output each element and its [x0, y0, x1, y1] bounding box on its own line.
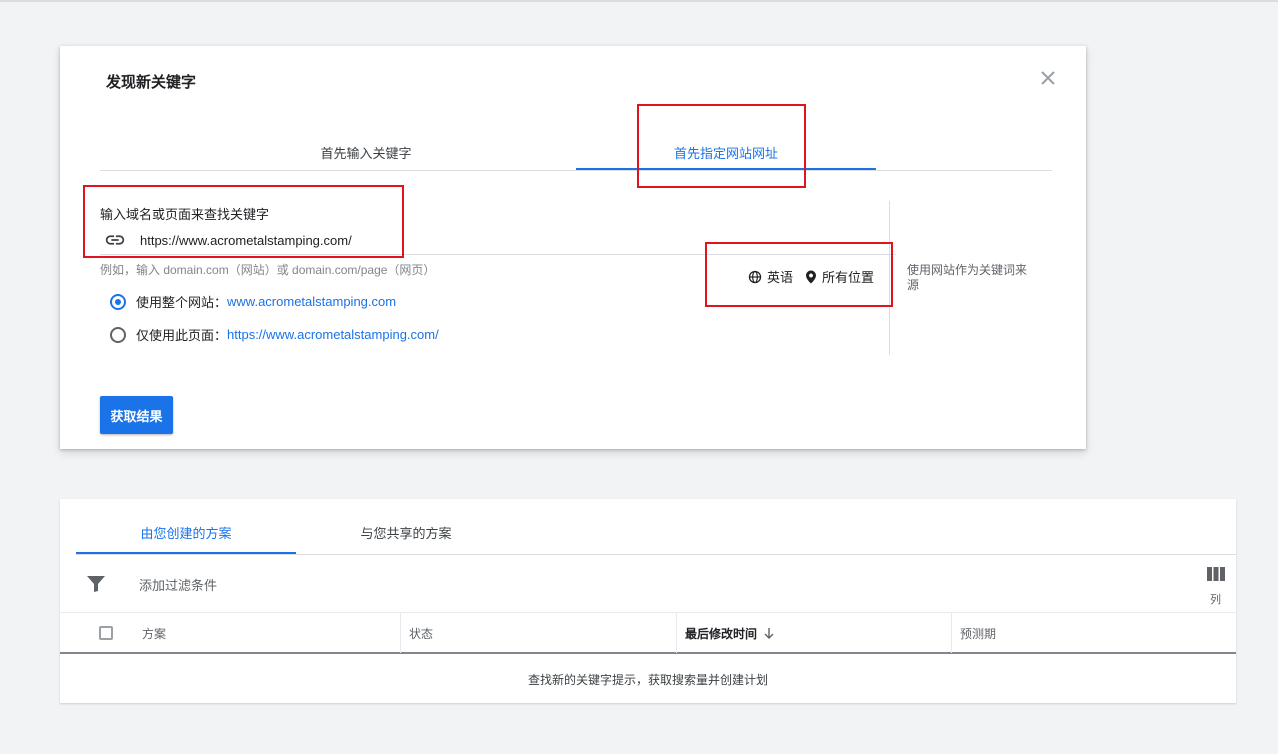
tab-created-by-you[interactable]: 由您创建的方案: [76, 511, 296, 554]
radio-this-page[interactable]: [110, 326, 126, 343]
option-whole-site-label: 使用整个网站：: [136, 295, 228, 310]
close-icon: [1041, 71, 1055, 85]
tab-enter-keywords[interactable]: 首先输入关键字: [240, 136, 492, 169]
discover-keywords-dialog: 发现新关键字 首先输入关键字 首先指定网站网址 输入域名或页面来查找关键字 例如…: [60, 46, 1086, 449]
close-button[interactable]: [1036, 66, 1060, 90]
option-this-page-label: 仅使用此页面：: [136, 328, 228, 343]
location-label: 所有位置: [822, 270, 875, 285]
columns-icon[interactable]: [1206, 566, 1226, 582]
language-location-selector: 英语 所有位置: [748, 267, 874, 286]
vertical-divider: [889, 201, 890, 355]
url-hint: 例如，输入 domain.com（网站）或 domain.com/page（网页…: [100, 263, 436, 277]
header-forecast-period[interactable]: 预测期: [951, 613, 1236, 653]
arrow-down-icon: [764, 628, 774, 639]
filter-icon[interactable]: [86, 575, 106, 593]
tab-shared-with-you[interactable]: 与您共享的方案: [296, 511, 516, 554]
dialog-title: 发现新关键字: [106, 74, 197, 91]
link-icon: [105, 235, 125, 245]
radio-whole-site[interactable]: [110, 293, 126, 310]
add-filter-button[interactable]: 添加过滤条件: [139, 575, 217, 594]
top-border: [0, 0, 1278, 2]
header-last-modified[interactable]: 最后修改时间: [676, 613, 951, 653]
location-selector[interactable]: 所有位置: [805, 267, 874, 286]
header-last-modified-label: 最后修改时间: [685, 626, 758, 641]
side-note: 使用网站作为关键词来源: [907, 263, 1028, 292]
plans-panel: 由您创建的方案 与您共享的方案 添加过滤条件 列 方案 状态 最后修改时间 预测…: [60, 499, 1236, 703]
url-input-label: 输入域名或页面来查找关键字: [100, 207, 270, 222]
language-label: 英语: [767, 270, 794, 285]
website-url-input[interactable]: [140, 229, 700, 251]
tab-specify-website[interactable]: 首先指定网站网址: [576, 136, 876, 170]
select-all-cell: [60, 613, 124, 653]
header-status[interactable]: 状态: [400, 613, 676, 653]
globe-icon: [748, 270, 762, 283]
option-this-page-value: https://www.acrometalstamping.com/: [227, 327, 439, 342]
header-plan[interactable]: 方案: [134, 613, 400, 653]
tabs-divider: [76, 554, 1236, 555]
option-this-page[interactable]: 仅使用此页面： https://www.acrometalstamping.co…: [110, 325, 439, 344]
columns-label[interactable]: 列: [1210, 591, 1221, 607]
select-all-checkbox[interactable]: [99, 626, 113, 640]
dialog-tabs: 首先输入关键字 首先指定网站网址: [100, 136, 1052, 171]
location-pin-icon: [806, 270, 817, 283]
get-results-button[interactable]: 获取结果: [100, 396, 173, 434]
input-underline: [100, 254, 896, 255]
empty-state-text: 查找新的关键字提示，获取搜索量并创建计划: [527, 673, 768, 687]
option-whole-site[interactable]: 使用整个网站： www.acrometalstamping.com: [110, 292, 396, 311]
option-whole-site-value: www.acrometalstamping.com: [227, 294, 397, 309]
language-selector[interactable]: 英语: [748, 267, 793, 286]
plans-table-header: 方案 状态 最后修改时间 预测期: [60, 612, 1236, 654]
